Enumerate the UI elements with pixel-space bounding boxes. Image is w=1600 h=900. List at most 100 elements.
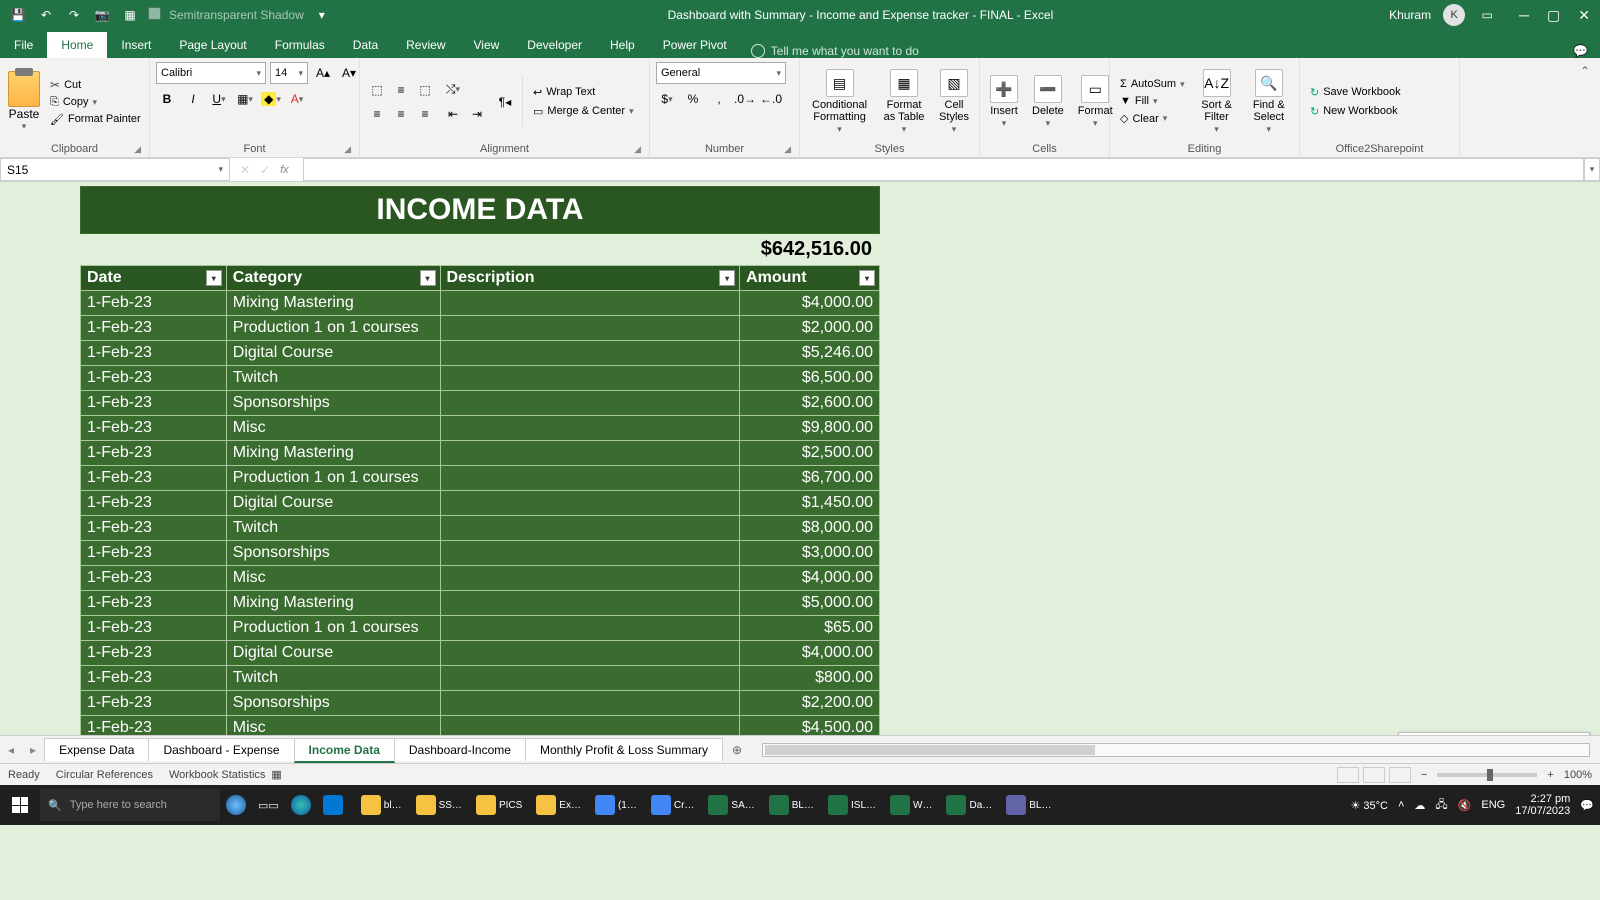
- cell-date[interactable]: 1-Feb-23: [81, 691, 227, 716]
- notifications-button[interactable]: 💬: [1580, 799, 1594, 812]
- tab-file[interactable]: File: [0, 32, 47, 58]
- cell-category[interactable]: Twitch: [226, 516, 440, 541]
- cell-description[interactable]: [440, 716, 740, 736]
- table-row[interactable]: 1-Feb-23Mixing Mastering$2,500.00: [81, 441, 880, 466]
- cut-button[interactable]: ✂Cut: [48, 77, 143, 93]
- cell-category[interactable]: Production 1 on 1 courses: [226, 466, 440, 491]
- cell-description[interactable]: [440, 391, 740, 416]
- cell-description[interactable]: [440, 316, 740, 341]
- task-view-button[interactable]: ▭▭: [252, 785, 285, 825]
- cell-date[interactable]: 1-Feb-23: [81, 516, 227, 541]
- undo-button[interactable]: ↶: [36, 5, 56, 25]
- sheet-tab[interactable]: Income Data: [294, 738, 395, 763]
- taskbar-item[interactable]: Cr…: [645, 785, 701, 825]
- cell-category[interactable]: Mixing Mastering: [226, 291, 440, 316]
- merge-center-button[interactable]: ▭Merge & Center▾: [529, 103, 638, 120]
- cell-amount[interactable]: $800.00: [740, 666, 880, 691]
- formula-bar[interactable]: [304, 158, 1584, 181]
- collapse-ribbon-button[interactable]: ⌃: [1570, 58, 1600, 157]
- cell-date[interactable]: 1-Feb-23: [81, 466, 227, 491]
- grid-icon[interactable]: ▦: [120, 5, 140, 25]
- table-row[interactable]: 1-Feb-23Misc$4,500.00: [81, 716, 880, 736]
- cell-description[interactable]: [440, 591, 740, 616]
- font-name-select[interactable]: Calibri▾: [156, 62, 266, 84]
- cell-description[interactable]: [440, 341, 740, 366]
- sort-filter-button[interactable]: A↓ZSort & Filter▾: [1195, 67, 1239, 137]
- language-indicator[interactable]: ENG: [1481, 799, 1505, 811]
- cell-date[interactable]: 1-Feb-23: [81, 716, 227, 736]
- table-row[interactable]: 1-Feb-23Mixing Mastering$4,000.00: [81, 291, 880, 316]
- expand-formula-bar-button[interactable]: ▾: [1584, 158, 1600, 181]
- taskbar-item[interactable]: (1…: [589, 785, 643, 825]
- align-middle-button[interactable]: ≡: [390, 79, 412, 101]
- zoom-slider[interactable]: [1437, 773, 1537, 777]
- paste-button[interactable]: Paste ▾: [6, 69, 42, 134]
- cell-amount[interactable]: $4,500.00: [740, 716, 880, 736]
- network-icon[interactable]: 🖧: [1435, 796, 1447, 815]
- format-painter-button[interactable]: 🖌Format Painter: [48, 112, 143, 127]
- cell-category[interactable]: Twitch: [226, 366, 440, 391]
- decrease-indent-button[interactable]: ⇤: [442, 103, 464, 125]
- tab-help[interactable]: Help: [596, 32, 649, 58]
- align-bottom-button[interactable]: ⬚: [414, 79, 436, 101]
- insert-cells-button[interactable]: ➕Insert▾: [986, 73, 1022, 131]
- table-row[interactable]: 1-Feb-23Sponsorships$3,000.00: [81, 541, 880, 566]
- font-launcher[interactable]: ◢: [344, 144, 351, 155]
- increase-indent-button[interactable]: ⇥: [466, 103, 488, 125]
- user-avatar[interactable]: K: [1443, 4, 1465, 26]
- cell-amount[interactable]: $2,200.00: [740, 691, 880, 716]
- cell-amount[interactable]: $4,000.00: [740, 641, 880, 666]
- find-select-button[interactable]: 🔍Find & Select▾: [1245, 67, 1293, 137]
- cell-date[interactable]: 1-Feb-23: [81, 591, 227, 616]
- tell-me-search[interactable]: Tell me what you want to do: [741, 44, 929, 58]
- table-row[interactable]: 1-Feb-23Digital Course$5,246.00: [81, 341, 880, 366]
- taskbar-item[interactable]: Da…: [940, 785, 998, 825]
- sheet-tab[interactable]: Monthly Profit & Loss Summary: [525, 738, 723, 761]
- align-top-button[interactable]: ⬚: [366, 79, 388, 101]
- table-row[interactable]: 1-Feb-23Mixing Mastering$5,000.00: [81, 591, 880, 616]
- table-row[interactable]: 1-Feb-23Twitch$8,000.00: [81, 516, 880, 541]
- table-row[interactable]: 1-Feb-23Sponsorships$2,200.00: [81, 691, 880, 716]
- feedback-button[interactable]: 💬: [1573, 44, 1600, 58]
- taskbar-item[interactable]: BL…: [1000, 785, 1057, 825]
- cell-category[interactable]: Production 1 on 1 courses: [226, 616, 440, 641]
- cell-category[interactable]: Mixing Mastering: [226, 591, 440, 616]
- filter-date-button[interactable]: ▾: [206, 270, 222, 286]
- clock[interactable]: 2:27 pm 17/07/2023: [1515, 793, 1570, 817]
- zoom-out-button[interactable]: −: [1421, 769, 1427, 781]
- taskbar-item[interactable]: bl…: [355, 785, 408, 825]
- taskbar-item[interactable]: Ex…: [530, 785, 587, 825]
- cell-amount[interactable]: $4,000.00: [740, 566, 880, 591]
- tab-power-pivot[interactable]: Power Pivot: [649, 32, 741, 58]
- camera-icon[interactable]: 📷: [92, 5, 112, 25]
- save-workbook-button[interactable]: ↻Save Workbook: [1306, 84, 1405, 101]
- cell-category[interactable]: Twitch: [226, 666, 440, 691]
- border-button[interactable]: ▦▾: [234, 88, 256, 110]
- format-as-table-button[interactable]: ▦Format as Table▾: [879, 67, 929, 137]
- cell-date[interactable]: 1-Feb-23: [81, 541, 227, 566]
- orientation-button[interactable]: ⤭▾: [442, 79, 464, 101]
- add-sheet-button[interactable]: ⊕: [722, 739, 752, 761]
- taskbar-item[interactable]: PICS: [470, 785, 528, 825]
- table-row[interactable]: 1-Feb-23Digital Course$4,000.00: [81, 641, 880, 666]
- cell-date[interactable]: 1-Feb-23: [81, 616, 227, 641]
- tab-home[interactable]: Home: [47, 32, 107, 58]
- cell-amount[interactable]: $2,500.00: [740, 441, 880, 466]
- accept-formula-button[interactable]: ✓: [260, 163, 270, 177]
- filter-description-button[interactable]: ▾: [719, 270, 735, 286]
- status-wbstats[interactable]: Workbook Statistics: [169, 769, 265, 781]
- cell-date[interactable]: 1-Feb-23: [81, 366, 227, 391]
- cell-category[interactable]: Production 1 on 1 courses: [226, 316, 440, 341]
- zoom-in-button[interactable]: +: [1547, 769, 1553, 781]
- table-row[interactable]: 1-Feb-23Twitch$800.00: [81, 666, 880, 691]
- cell-amount[interactable]: $6,700.00: [740, 466, 880, 491]
- accounting-format-button[interactable]: $▾: [656, 88, 678, 110]
- cell-date[interactable]: 1-Feb-23: [81, 441, 227, 466]
- decrease-decimal-button[interactable]: ←.0: [760, 88, 782, 110]
- increase-font-button[interactable]: A▴: [312, 62, 334, 84]
- cell-category[interactable]: Sponsorships: [226, 541, 440, 566]
- maximize-button[interactable]: ▢: [1547, 7, 1560, 24]
- taskbar-item[interactable]: SA…: [702, 785, 760, 825]
- wbstats-icon[interactable]: ▦: [271, 768, 281, 781]
- cell-date[interactable]: 1-Feb-23: [81, 316, 227, 341]
